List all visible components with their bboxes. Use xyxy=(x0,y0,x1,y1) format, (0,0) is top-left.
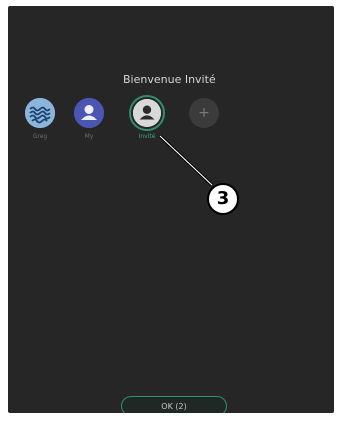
callout-marker: 3 xyxy=(207,183,239,215)
callout-line xyxy=(158,134,214,187)
